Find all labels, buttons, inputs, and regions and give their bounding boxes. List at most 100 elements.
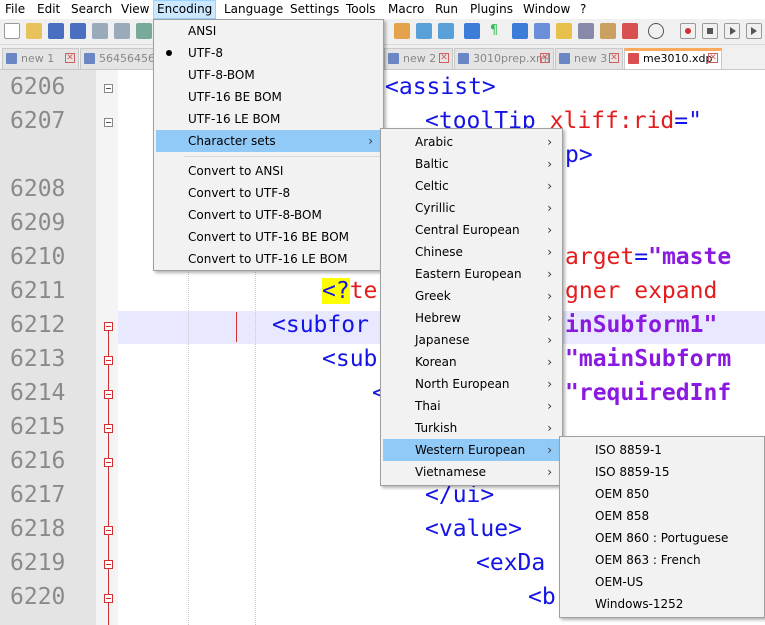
- western-european-submenu: ISO 8859-1 ISO 8859-15 OEM 850 OEM 858 O…: [559, 436, 765, 618]
- monitor-icon[interactable]: [622, 23, 638, 39]
- menu-item-utf8[interactable]: UTF-8: [156, 42, 381, 64]
- menu-item-convert-utf16-le-bom[interactable]: Convert to UTF-16 LE BOM: [156, 248, 381, 270]
- fold-collapse-icon[interactable]: [104, 118, 113, 127]
- menu-item-utf16-le-bom[interactable]: UTF-16 LE BOM: [156, 108, 381, 130]
- charset-item[interactable]: Chinese ›: [383, 241, 560, 263]
- close-icon[interactable]: [92, 23, 108, 39]
- menu-run[interactable]: Run: [432, 0, 461, 19]
- menu-item-convert-ansi[interactable]: Convert to ANSI: [156, 160, 381, 182]
- encoding-item[interactable]: OEM 863 : French: [562, 549, 762, 571]
- tab-564564564[interactable]: 564564564.x: [80, 48, 160, 69]
- menu-encoding[interactable]: Encoding: [153, 0, 217, 19]
- tab-me3010[interactable]: me3010.xdp ✕: [624, 48, 722, 69]
- tab-close-icon[interactable]: ✕: [540, 53, 550, 63]
- menu-window[interactable]: Window: [520, 0, 573, 19]
- menu-edit[interactable]: Edit: [34, 0, 63, 19]
- tab-close-icon[interactable]: ✕: [65, 53, 75, 63]
- fold-collapse-icon[interactable]: [104, 390, 113, 399]
- menu-file[interactable]: File: [2, 0, 28, 19]
- fold-collapse-icon[interactable]: [104, 458, 113, 467]
- charset-item[interactable]: Eastern European ›: [383, 263, 560, 285]
- menu-plugins[interactable]: Plugins: [467, 0, 516, 19]
- charset-item[interactable]: Vietnamese ›: [383, 461, 560, 483]
- charset-item[interactable]: Central European ›: [383, 219, 560, 241]
- tab-close-icon[interactable]: ✕: [708, 53, 718, 63]
- code-text: p>: [565, 142, 593, 168]
- charset-item-western-european[interactable]: Western European ›: [383, 439, 560, 461]
- sync-scroll-icon[interactable]: [394, 23, 410, 39]
- charset-item[interactable]: Turkish ›: [383, 417, 560, 439]
- function-list-icon[interactable]: [578, 23, 594, 39]
- menu-settings[interactable]: Settings: [287, 0, 342, 19]
- charset-item[interactable]: Greek ›: [383, 285, 560, 307]
- menu-item-convert-utf8[interactable]: Convert to UTF-8: [156, 182, 381, 204]
- word-wrap-icon[interactable]: [464, 23, 480, 39]
- encoding-item[interactable]: OEM 858: [562, 505, 762, 527]
- menu-search[interactable]: Search: [68, 0, 115, 19]
- zoom-icon[interactable]: [416, 23, 432, 39]
- menu-tools[interactable]: Tools: [343, 0, 379, 19]
- fold-collapse-icon[interactable]: [104, 84, 113, 93]
- menu-item-convert-utf16-be-bom[interactable]: Convert to UTF-16 BE BOM: [156, 226, 381, 248]
- open-file-icon[interactable]: [26, 23, 42, 39]
- tab-new-3[interactable]: new 3 ✕: [555, 48, 623, 69]
- tab-3010prep[interactable]: 3010prep.xml ✕: [454, 48, 554, 69]
- folder-workspace-icon[interactable]: [600, 23, 616, 39]
- stop-macro-icon[interactable]: [702, 23, 718, 39]
- charset-item[interactable]: Celtic ›: [383, 175, 560, 197]
- menu-item-utf8-bom[interactable]: UTF-8-BOM: [156, 64, 381, 86]
- charset-item[interactable]: Korean ›: [383, 351, 560, 373]
- encoding-item[interactable]: OEM 850: [562, 483, 762, 505]
- menu-item-convert-utf8-bom[interactable]: Convert to UTF-8-BOM: [156, 204, 381, 226]
- record-macro-icon[interactable]: [680, 23, 696, 39]
- fold-collapse-icon[interactable]: [104, 424, 113, 433]
- new-file-icon[interactable]: [4, 23, 20, 39]
- save-all-icon[interactable]: [70, 23, 86, 39]
- indent-guide-icon[interactable]: [512, 23, 528, 39]
- doc-map-icon[interactable]: [556, 23, 572, 39]
- show-all-chars-icon[interactable]: ¶: [486, 23, 502, 39]
- charset-item[interactable]: Japanese ›: [383, 329, 560, 351]
- menu-separator: [184, 156, 381, 157]
- encoding-item[interactable]: ISO 8859-15: [562, 461, 762, 483]
- user-lang-icon[interactable]: [534, 23, 550, 39]
- charset-item[interactable]: Cyrillic ›: [383, 197, 560, 219]
- charset-item[interactable]: Hebrew ›: [383, 307, 560, 329]
- menu-view[interactable]: View: [118, 0, 152, 19]
- submenu-arrow-icon: ›: [547, 135, 552, 149]
- print-icon[interactable]: [136, 23, 152, 39]
- menu-item-utf16-be-bom[interactable]: UTF-16 BE BOM: [156, 86, 381, 108]
- fold-collapse-icon[interactable]: [104, 560, 113, 569]
- fold-collapse-icon[interactable]: [104, 594, 113, 603]
- encoding-dropdown: ANSI UTF-8 UTF-8-BOM UTF-16 BE BOM UTF-1…: [153, 19, 384, 271]
- play-macro-icon[interactable]: [724, 23, 740, 39]
- encoding-item[interactable]: OEM-US: [562, 571, 762, 593]
- tab-close-icon[interactable]: ✕: [439, 53, 449, 63]
- tab-save-icon: [84, 53, 95, 64]
- tab-new-1[interactable]: new 1 ✕: [2, 48, 79, 69]
- eye-icon[interactable]: [648, 23, 664, 39]
- encoding-item[interactable]: Windows-1252: [562, 593, 762, 615]
- menu-help[interactable]: ?: [577, 0, 589, 19]
- fold-collapse-icon[interactable]: [104, 526, 113, 535]
- charset-item[interactable]: North European ›: [383, 373, 560, 395]
- fold-collapse-icon[interactable]: [104, 322, 113, 331]
- save-icon[interactable]: [48, 23, 64, 39]
- menu-item-ansi[interactable]: ANSI: [156, 20, 381, 42]
- tab-new-2[interactable]: new 2 ✕: [384, 48, 453, 69]
- encoding-item[interactable]: OEM 860 : Portuguese: [562, 527, 762, 549]
- run-macro-multiple-icon[interactable]: [746, 23, 762, 39]
- close-all-icon[interactable]: [114, 23, 130, 39]
- wrap-icon[interactable]: [438, 23, 454, 39]
- submenu-arrow-icon: ›: [368, 134, 373, 148]
- menu-macro[interactable]: Macro: [385, 0, 427, 19]
- line-number-gutter: 6206 6207 6208 6209 6210 6211 6212 6213 …: [0, 70, 96, 625]
- menu-item-character-sets[interactable]: Character sets ›: [156, 130, 381, 152]
- charset-item[interactable]: Thai ›: [383, 395, 560, 417]
- tab-close-icon[interactable]: ✕: [609, 53, 619, 63]
- fold-collapse-icon[interactable]: [104, 356, 113, 365]
- menu-language[interactable]: Language: [221, 0, 286, 19]
- charset-item[interactable]: Baltic ›: [383, 153, 560, 175]
- encoding-item[interactable]: ISO 8859-1: [562, 439, 762, 461]
- charset-item[interactable]: Arabic ›: [383, 131, 560, 153]
